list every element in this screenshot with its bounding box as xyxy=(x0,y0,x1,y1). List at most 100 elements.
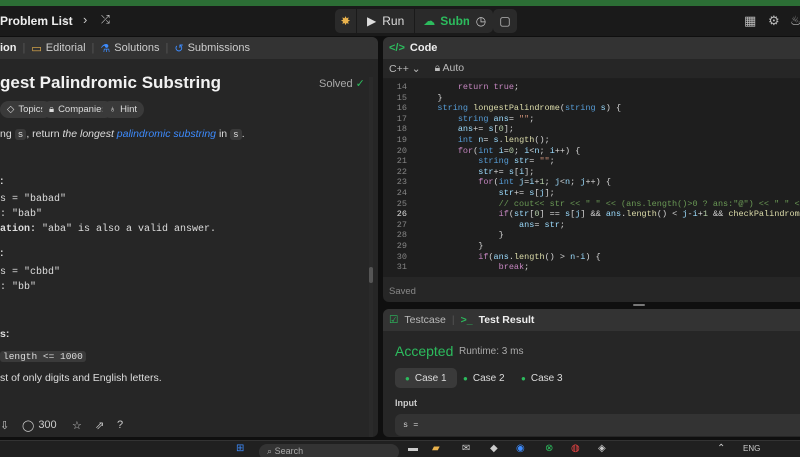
example2-label: : xyxy=(0,247,4,259)
line-code: int n= s.length(); xyxy=(457,135,550,145)
file-explorer-icon[interactable]: ▬ xyxy=(408,443,418,457)
code-line[interactable]: 17 string ans= ""; xyxy=(383,114,800,125)
description-scrollbar[interactable] xyxy=(369,77,373,437)
line-code: str+= s[j]; xyxy=(498,188,555,198)
chrome-icon[interactable]: ◍ xyxy=(571,443,580,457)
flask-icon: ⚗ xyxy=(100,42,111,55)
problem-statement: ng s, return the longest palindromic sub… xyxy=(0,128,245,140)
timer-icon[interactable]: ◷ xyxy=(469,9,493,33)
example1-label: : xyxy=(0,175,4,187)
tab-code[interactable]: Code xyxy=(410,42,438,54)
case-3-tab[interactable]: ● Case 3 xyxy=(511,368,573,388)
tab-submissions[interactable]: ↺ Submissions xyxy=(174,42,250,55)
code-line[interactable]: 31 break; xyxy=(383,262,800,273)
language-select[interactable]: C++ ⌄ xyxy=(389,63,421,75)
line-code: } xyxy=(417,241,484,251)
example1-output: : "bab" xyxy=(0,209,43,220)
editor-toolbar: C++ ⌄ 🔒︎ Auto xyxy=(383,59,800,79)
taskbar-search[interactable]: ⌕ Search xyxy=(259,444,399,457)
comment-icon: ◯ xyxy=(22,419,35,432)
history-icon: ↺ xyxy=(174,42,184,55)
line-number: 18 xyxy=(396,124,407,135)
chevron-up-icon[interactable]: ⌃ xyxy=(717,443,725,457)
thumbs-down-icon[interactable]: ⇩ xyxy=(0,419,9,432)
code-line[interactable]: 22 str+= s[i]; xyxy=(383,167,800,178)
xbox-icon[interactable]: ⊗ xyxy=(545,443,553,457)
line-code: if(ans.length() > n-i) { xyxy=(478,251,601,262)
debug-icon[interactable]: ✸ xyxy=(335,9,357,33)
checkbox-icon: ☑ xyxy=(389,314,399,326)
line-number: 16 xyxy=(396,103,407,114)
share-icon[interactable]: ⇗ xyxy=(95,419,104,432)
gear-icon[interactable]: ⚙ xyxy=(768,13,780,29)
code-line[interactable]: 28 } xyxy=(383,230,800,241)
chevron-left-icon[interactable]: ‹ xyxy=(62,12,66,27)
run-label: Run xyxy=(382,14,405,28)
code-line[interactable]: 26 if(str[0] == s[j] && ans.length() < j… xyxy=(383,209,800,220)
code-line[interactable]: 15 } xyxy=(383,93,800,104)
layout-icon[interactable]: ▦ xyxy=(744,13,756,29)
edge-icon[interactable]: ◉ xyxy=(516,443,525,457)
chevron-down-icon: ⌄ xyxy=(411,62,421,75)
windows-start-icon[interactable]: ⊞ xyxy=(236,443,244,457)
tab-testcase[interactable]: Testcase xyxy=(404,314,445,326)
tab-solutions[interactable]: ⚗ Solutions xyxy=(100,42,159,55)
code-line[interactable]: 29 } xyxy=(383,241,800,252)
code-line[interactable]: 30 if(ans.length() > n-i) { xyxy=(383,252,800,263)
constraint-length: length <= 1000 xyxy=(0,350,86,362)
hint-chip[interactable]: ♁ Hint xyxy=(102,101,145,118)
palindromic-substring-link[interactable]: palindromic substring xyxy=(117,128,216,140)
tab-description[interactable]: ion xyxy=(0,42,17,54)
description-panel: ion | ▭ Editorial | ⚗ Solutions | ↺ Submiss… xyxy=(0,37,378,437)
case-2-tab[interactable]: ● Case 2 xyxy=(453,368,515,388)
fire-icon[interactable]: ♨ xyxy=(790,13,800,29)
code-editor[interactable]: 14 return true; 15 } 16 string longestPali… xyxy=(383,79,800,277)
line-code: for(int j=i+1; j<n; j++) { xyxy=(478,177,611,188)
line-number: 31 xyxy=(396,262,407,273)
code-line[interactable]: 19 int n= s.length(); xyxy=(383,135,800,146)
line-number: 25 xyxy=(396,198,407,209)
runtime-label: Runtime: 3 ms xyxy=(459,346,524,357)
code-line[interactable]: 20 for(int i=0; i<n; i++) { xyxy=(383,146,800,157)
example2-input: s = "cbbd" xyxy=(0,267,61,278)
navbar: Problem List ‹ › ⤮ ✸ ▶ Run ☁ Submit ◷ ▢ … xyxy=(0,6,800,36)
notes-icon[interactable]: ▢ xyxy=(493,9,517,33)
run-button[interactable]: ▶ Run xyxy=(357,9,416,33)
star-icon[interactable]: ☆ xyxy=(72,419,82,432)
comments-button[interactable]: ◯ 300 xyxy=(22,419,57,432)
line-code: string ans= ""; xyxy=(457,113,535,124)
auto-mode-toggle[interactable]: 🔒︎ Auto xyxy=(435,62,465,75)
code-line[interactable]: 18 ans+= s[0]; xyxy=(383,124,800,135)
app-icon[interactable]: ◆ xyxy=(490,443,498,457)
line-code: string longestPalindrome(string s) { xyxy=(437,103,622,114)
tab-editorial[interactable]: ▭ Editorial xyxy=(31,42,85,55)
shuffle-icon[interactable]: ⤮ xyxy=(101,14,110,27)
code-line[interactable]: 24 str+= s[j]; xyxy=(383,188,800,199)
code-line[interactable]: 25 // cout<< str << " " << (ans.length()… xyxy=(383,199,800,210)
lock-icon: 🔒︎ xyxy=(434,62,441,74)
line-number: 14 xyxy=(396,82,407,92)
terminal-icon: >_ xyxy=(460,314,473,326)
tab-test-result[interactable]: Test Result xyxy=(479,314,535,326)
code-line[interactable]: 21 string str= ""; xyxy=(383,156,800,167)
line-number: 27 xyxy=(396,219,407,230)
run-submit-bar: ✸ ▶ Run ☁ Submit xyxy=(335,9,489,33)
help-icon[interactable]: ? xyxy=(117,419,123,431)
code-line[interactable]: 23 for(int j=i+1; j<n; j++) { xyxy=(383,177,800,188)
code-line[interactable]: 14 return true; xyxy=(383,82,800,93)
line-number: 21 xyxy=(396,156,407,167)
language-indicator[interactable]: ENG xyxy=(743,444,760,457)
line-number: 20 xyxy=(396,145,407,156)
vscode-icon[interactable]: ◈ xyxy=(598,443,606,457)
chevron-right-icon[interactable]: › xyxy=(83,12,87,27)
case-1-tab[interactable]: ● Case 1 xyxy=(395,368,457,388)
code-line[interactable]: 16 string longestPalindrome(string s) { xyxy=(383,103,800,114)
panel-resize-handle[interactable] xyxy=(383,303,800,307)
folder-icon[interactable]: ▰ xyxy=(432,443,440,457)
code-line[interactable]: 27 ans= str; xyxy=(383,220,800,231)
line-code: // cout<< str << " " << (ans.length()>0 … xyxy=(498,198,800,209)
description-footer: ⇩ ◯ 300 ☆ ⇗ ? xyxy=(0,414,378,436)
line-number: 28 xyxy=(396,230,407,241)
line-number: 15 xyxy=(396,92,407,103)
mail-icon[interactable]: ✉ xyxy=(462,443,470,457)
